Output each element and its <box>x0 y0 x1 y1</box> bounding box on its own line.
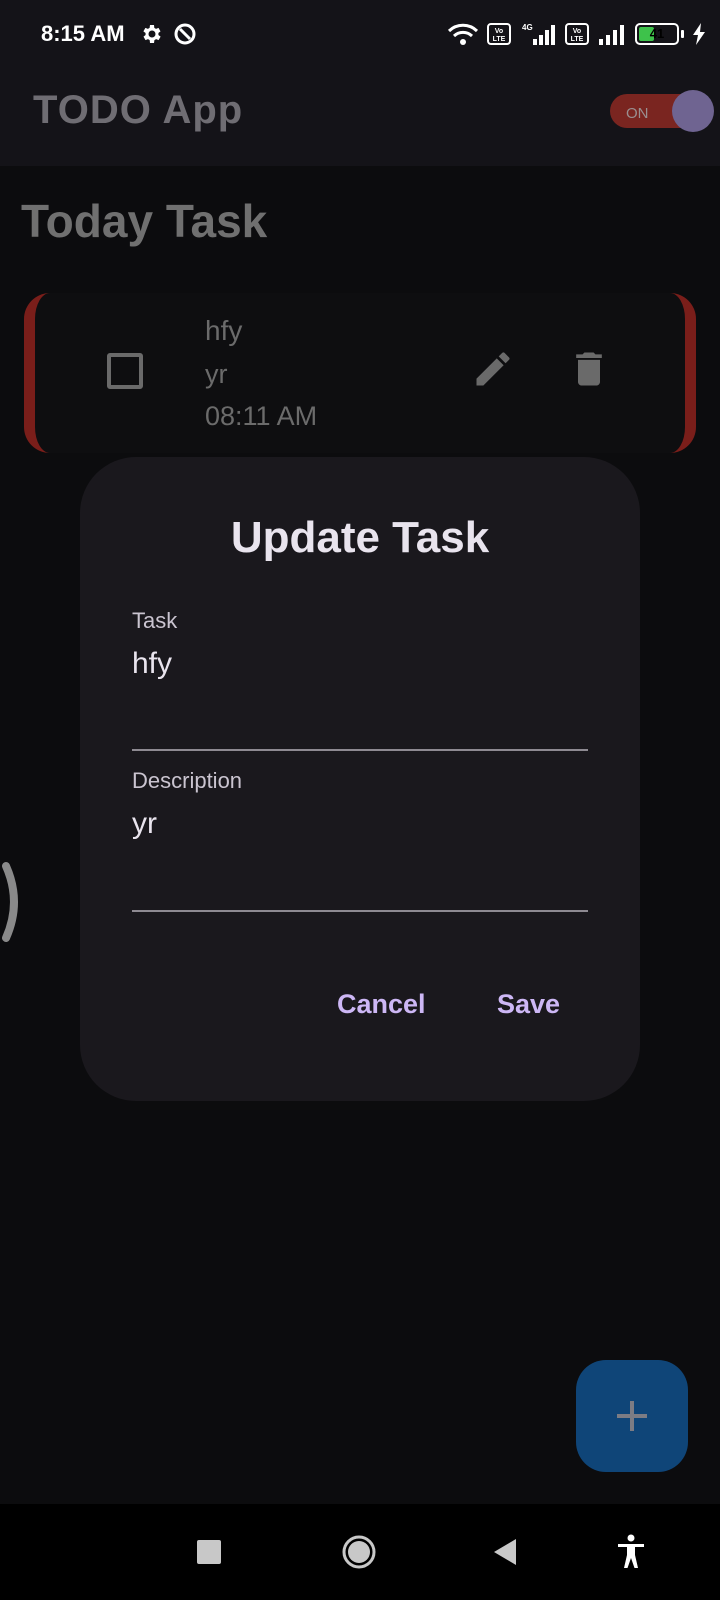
svg-text:LTE: LTE <box>571 36 584 43</box>
accessibility-icon[interactable] <box>616 1534 646 1570</box>
navigation-bar <box>0 1504 720 1600</box>
signal-4g-icon: 4G <box>522 23 555 45</box>
cancel-button[interactable]: Cancel <box>337 989 426 1020</box>
svg-text:Vo: Vo <box>495 28 503 35</box>
battery-level: 41 <box>649 26 665 41</box>
update-task-dialog: Update Task Task hfy Description yr Canc… <box>80 457 640 1101</box>
svg-text:Vo: Vo <box>573 28 581 35</box>
status-left-icons <box>139 22 197 46</box>
description-field-underline <box>132 910 588 912</box>
task-checkbox[interactable] <box>107 353 143 389</box>
svg-text:LTE: LTE <box>493 36 506 43</box>
signal-icon <box>599 25 624 45</box>
volte-icon: Vo LTE <box>487 23 511 45</box>
data-saver-icon <box>174 23 196 45</box>
section-title: Today Task <box>21 195 268 247</box>
app-bar: TODO App ON <box>0 68 720 166</box>
task-field-underline <box>132 749 588 751</box>
task-field-label: Task <box>132 608 178 633</box>
status-time: 8:15 AM <box>41 21 125 46</box>
task-card[interactable]: hfy yr 08:11 AM <box>24 293 696 453</box>
add-task-button[interactable] <box>576 1360 688 1472</box>
dialog-title: Update Task <box>230 513 490 562</box>
charging-icon <box>693 23 705 45</box>
edge-handle-icon[interactable] <box>0 860 24 944</box>
gear-icon <box>143 25 161 43</box>
recents-icon[interactable] <box>196 1539 222 1565</box>
back-icon[interactable] <box>492 1538 518 1566</box>
description-field[interactable]: yr <box>132 807 157 841</box>
task-time: 08:11 AM <box>205 401 318 431</box>
task-description: yr <box>205 359 228 389</box>
plus-icon <box>617 1401 647 1431</box>
status-bar: 8:15 AM Vo LTE 4G Vo LTE 41 <box>0 0 720 68</box>
battery-icon: 41 <box>635 23 679 45</box>
theme-toggle[interactable]: ON <box>610 90 714 132</box>
app-title: TODO App <box>33 88 244 132</box>
edit-icon[interactable] <box>471 347 515 391</box>
volte-icon: Vo LTE <box>565 23 589 45</box>
home-icon[interactable] <box>341 1534 377 1570</box>
description-field-label: Description <box>132 768 243 793</box>
task-title: hfy <box>205 315 243 346</box>
save-button[interactable]: Save <box>497 989 560 1020</box>
task-field[interactable]: hfy <box>132 647 172 681</box>
toggle-thumb <box>672 90 714 132</box>
battery-tip <box>681 30 684 38</box>
svg-text:4G: 4G <box>522 23 533 32</box>
delete-icon[interactable] <box>567 347 611 391</box>
wifi-icon <box>447 23 479 45</box>
status-right-icons: Vo LTE 4G Vo LTE 41 <box>447 22 706 46</box>
toggle-label: ON <box>626 105 649 122</box>
